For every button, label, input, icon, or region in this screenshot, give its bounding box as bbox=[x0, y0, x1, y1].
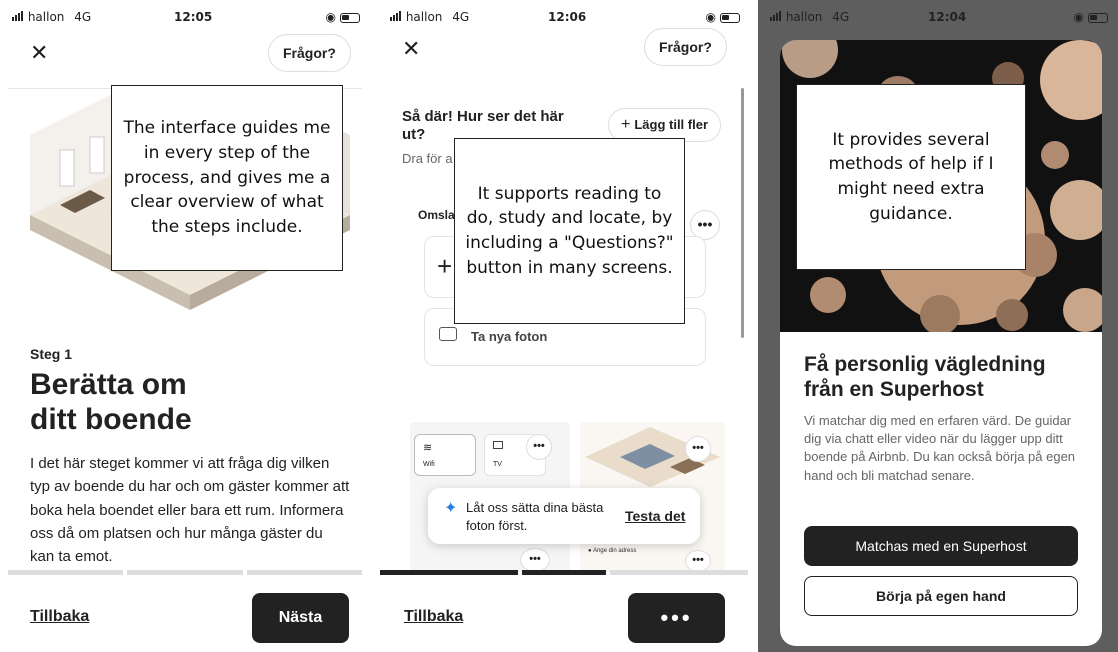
cover-label: Omsla bbox=[418, 208, 455, 222]
signal-icon bbox=[770, 10, 782, 24]
screen-step1: hallon 4G 12:05 ◉ ✕ Frågor? The interfac… bbox=[0, 0, 370, 652]
screen-photos: hallon 4G 12:06 ◉ ✕ Frågor? Så där! Hur … bbox=[378, 0, 750, 652]
carrier: hallon 4G bbox=[390, 10, 469, 24]
wifi-icon: ≋ bbox=[423, 442, 433, 454]
signal-icon bbox=[12, 10, 24, 24]
address-row: ● Ange din adress bbox=[588, 548, 637, 554]
loading-button[interactable]: ••• bbox=[628, 593, 725, 643]
clock: 12:06 bbox=[548, 10, 587, 24]
more-options-icon[interactable]: ••• bbox=[685, 550, 711, 572]
modal-description: Vi matchar dig med en erfaren värd. De g… bbox=[804, 413, 1076, 483]
clock: 12:05 bbox=[174, 10, 213, 24]
close-icon[interactable]: ✕ bbox=[402, 36, 420, 62]
more-options-icon[interactable]: ••• bbox=[685, 436, 711, 462]
scrollbar[interactable] bbox=[741, 88, 744, 338]
carrier: hallon 4G bbox=[770, 10, 849, 24]
step-description: I det här steget kommer vi att fråga dig… bbox=[30, 455, 350, 565]
status-bar: hallon 4G 12:06 ◉ bbox=[378, 8, 750, 28]
photos-subtext: Dra för a bbox=[402, 151, 453, 166]
clock: 12:04 bbox=[928, 10, 967, 24]
more-options-icon[interactable]: ••• bbox=[526, 434, 552, 460]
status-bar: hallon 4G 12:05 ◉ bbox=[0, 8, 370, 28]
more-options-icon[interactable]: ••• bbox=[520, 548, 550, 572]
page-title: Berätta om ditt boende bbox=[30, 368, 192, 436]
plus-icon: + bbox=[621, 116, 631, 133]
callout-note: It supports reading to do, study and loc… bbox=[454, 138, 685, 324]
callout-note: It provides several methods of help if I… bbox=[796, 84, 1026, 270]
signal-icon bbox=[390, 10, 402, 24]
wifi-tile: ≋ Wifi bbox=[414, 434, 476, 476]
next-button[interactable]: Nästa bbox=[252, 593, 349, 643]
screen-superhost: hallon 4G 12:04 ◉ Få personlig väglednin… bbox=[758, 0, 1118, 652]
back-link[interactable]: Tillbaka bbox=[404, 608, 463, 626]
callout-note: The interface guides me in every step of… bbox=[111, 85, 343, 271]
carrier: hallon 4G bbox=[12, 10, 91, 24]
tv-icon bbox=[493, 441, 503, 449]
pin-icon: ● bbox=[588, 548, 592, 554]
modal-title: Få personlig vägledning från en Superhos… bbox=[804, 353, 1046, 402]
step-label: Steg 1 bbox=[30, 346, 73, 362]
questions-button[interactable]: Frågor? bbox=[644, 28, 727, 66]
close-icon[interactable]: ✕ bbox=[30, 40, 48, 66]
battery-icon: ◉ bbox=[706, 10, 740, 24]
progress-bar bbox=[380, 570, 749, 575]
status-bar: hallon 4G 12:04 ◉ bbox=[758, 8, 1118, 28]
camera-icon bbox=[439, 327, 457, 341]
plus-icon: + bbox=[437, 251, 453, 281]
battery-icon: ◉ bbox=[1074, 10, 1108, 24]
add-more-button[interactable]: + Lägg till fler bbox=[608, 108, 722, 142]
suggestion-toast: ✦ Låt oss sätta dina bästa foton först. … bbox=[428, 488, 700, 544]
questions-button[interactable]: Frågor? bbox=[268, 34, 351, 72]
start-on-own-button[interactable]: Börja på egen hand bbox=[804, 576, 1078, 616]
battery-icon: ◉ bbox=[326, 10, 360, 24]
back-link[interactable]: Tillbaka bbox=[30, 608, 89, 626]
try-it-link[interactable]: Testa det bbox=[625, 508, 685, 524]
match-superhost-button[interactable]: Matchas med en Superhost bbox=[804, 526, 1078, 566]
sparkle-icon: ✦ bbox=[444, 500, 458, 517]
loading-dots-icon: ••• bbox=[660, 605, 693, 630]
progress-bar bbox=[8, 570, 362, 575]
